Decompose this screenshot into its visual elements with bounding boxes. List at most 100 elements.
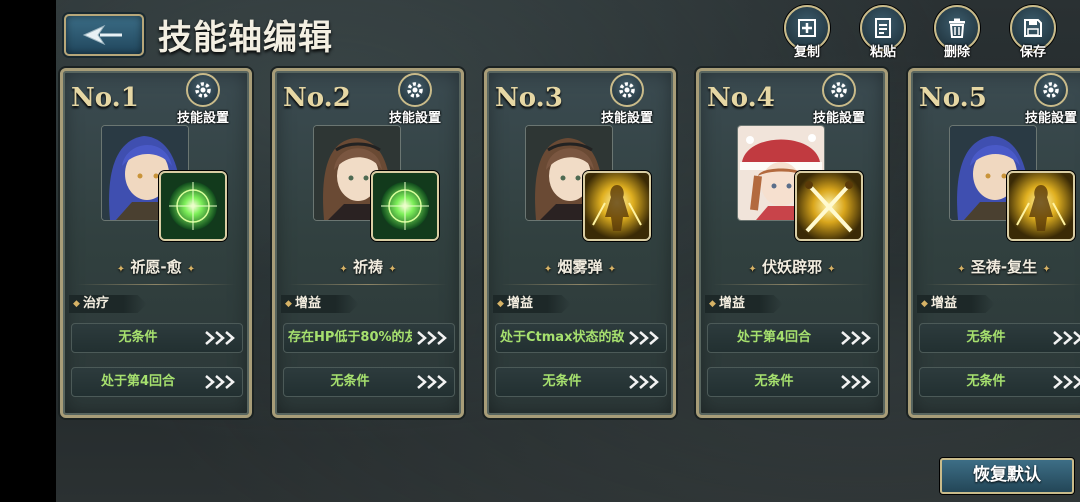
skill-settings-label: 技能設置 <box>1024 111 1077 126</box>
skill-category: 增益 <box>507 296 534 311</box>
skill-card-3[interactable]: No.3 技能設置 ✦ 烟雾弹 ✦ ◆ 增益 处于Ctmax状态的敌 无条件 <box>484 68 676 418</box>
skill-name: 圣祷-复生 <box>970 258 1038 276</box>
condition-2-button[interactable]: 无条件 <box>283 367 455 397</box>
skill-name: 祈祷 <box>352 258 383 276</box>
skill-icon <box>583 171 651 241</box>
card-number: No.4 <box>707 83 775 113</box>
skill-category-tag: ◆ 增益 <box>917 295 995 313</box>
condition-2-button[interactable]: 无条件 <box>495 367 667 397</box>
gear-icon <box>195 82 211 98</box>
condition-1-button[interactable]: 处于第4回合 <box>707 323 879 353</box>
trash-icon <box>949 18 965 38</box>
save-label: 保存 <box>1019 45 1046 60</box>
page-title: 技能轴编辑 <box>158 18 333 58</box>
copy-label: 复制 <box>793 45 820 60</box>
skill-name-row: ✦ 祈愿-愈 ✦ <box>116 258 196 276</box>
skill-category-tag: ◆ 增益 <box>281 295 359 313</box>
skill-name: 祈愿-愈 <box>130 258 182 276</box>
skill-settings-button[interactable]: 技能設置 <box>1009 73 1080 126</box>
triple-chevron-icon <box>841 375 871 389</box>
condition-1-button[interactable]: 无条件 <box>71 323 243 353</box>
skill-settings-label: 技能設置 <box>600 111 653 126</box>
skill-name: 烟雾弹 <box>557 258 603 276</box>
condition-text: 无条件 <box>330 374 370 389</box>
triple-chevron-icon <box>629 375 659 389</box>
skill-icon <box>371 171 439 241</box>
triple-chevron-icon <box>205 331 235 345</box>
skill-icon <box>795 171 863 241</box>
condition-2-button[interactable]: 无条件 <box>919 367 1080 397</box>
skill-settings-button[interactable]: 技能設置 <box>797 73 881 126</box>
skill-card-5[interactable]: No.5 技能設置 ✦ 圣祷-复生 ✦ ◆ 增益 无条件 无条件 <box>908 68 1080 418</box>
copy-button[interactable]: 复制 <box>778 5 836 60</box>
skill-icon <box>159 171 227 241</box>
copy-icon <box>798 19 816 37</box>
condition-2-button[interactable]: 处于第4回合 <box>71 367 243 397</box>
paste-label: 粘贴 <box>869 45 896 60</box>
divider <box>925 284 1080 285</box>
triple-chevron-icon <box>1053 331 1080 345</box>
divider <box>77 284 235 285</box>
condition-1-button[interactable]: 无条件 <box>919 323 1080 353</box>
skill-category: 治疗 <box>83 296 110 311</box>
gear-icon <box>831 82 847 98</box>
restore-default-button[interactable]: 恢复默认 <box>940 458 1074 494</box>
condition-text: 无条件 <box>754 374 794 389</box>
skill-name-row: ✦ 圣祷-复生 ✦ <box>957 258 1051 276</box>
skill-name: 伏妖辟邪 <box>761 258 822 276</box>
triple-chevron-icon <box>205 375 235 389</box>
paste-icon <box>875 18 891 38</box>
skill-editor-screen: 技能轴编辑 复制 粘贴 删除 保存 No.1 技能設置 ✦ 祈愿-愈 ✦ ◆ 治疗… <box>56 0 1080 502</box>
back-button[interactable] <box>64 14 144 56</box>
divider <box>289 284 447 285</box>
divider <box>501 284 659 285</box>
skill-icon <box>1007 171 1075 241</box>
skill-card-4[interactable]: No.4 技能設置 ✦ 伏妖辟邪 ✦ ◆ 增益 处于第4回合 无条件 <box>696 68 888 418</box>
skill-settings-label: 技能設置 <box>812 111 865 126</box>
delete-button[interactable]: 删除 <box>928 5 986 60</box>
skill-name-row: ✦ 烟雾弹 ✦ <box>543 258 617 276</box>
skill-category-tag: ◆ 治疗 <box>69 295 147 313</box>
condition-text: 无条件 <box>118 330 158 345</box>
save-button[interactable]: 保存 <box>1004 5 1062 60</box>
condition-text: 处于第4回合 <box>100 374 176 389</box>
divider <box>713 284 871 285</box>
card-number: No.3 <box>495 83 563 113</box>
paste-button[interactable]: 粘贴 <box>854 5 912 60</box>
skill-settings-label: 技能設置 <box>388 111 441 126</box>
triple-chevron-icon <box>629 331 659 345</box>
skill-name-row: ✦ 祈祷 ✦ <box>339 258 397 276</box>
triple-chevron-icon <box>841 331 871 345</box>
skill-name-row: ✦ 伏妖辟邪 ✦ <box>748 258 836 276</box>
save-icon <box>1024 19 1042 37</box>
triple-chevron-icon <box>1053 375 1080 389</box>
skill-settings-button[interactable]: 技能設置 <box>373 73 457 126</box>
skill-card-2[interactable]: No.2 技能設置 ✦ 祈祷 ✦ ◆ 增益 存在HP低于80%的友 无条件 <box>272 68 464 418</box>
skill-category: 增益 <box>719 296 746 311</box>
skill-card-1[interactable]: No.1 技能設置 ✦ 祈愿-愈 ✦ ◆ 治疗 无条件 处于第4回合 <box>60 68 252 418</box>
condition-text: 处于第4回合 <box>736 330 812 345</box>
skill-settings-button[interactable]: 技能設置 <box>585 73 669 126</box>
skill-category: 增益 <box>931 296 958 311</box>
skill-category: 增益 <box>295 296 322 311</box>
condition-text: 无条件 <box>966 330 1006 345</box>
triple-chevron-icon <box>417 375 447 389</box>
card-number: No.5 <box>919 83 987 113</box>
gear-icon <box>407 82 423 98</box>
triple-chevron-icon <box>417 331 447 345</box>
condition-1-button[interactable]: 处于Ctmax状态的敌 <box>495 323 667 353</box>
skill-category-tag: ◆ 增益 <box>493 295 571 313</box>
gear-icon <box>619 82 635 98</box>
card-number: No.2 <box>283 83 351 113</box>
condition-text: 无条件 <box>966 374 1006 389</box>
gear-icon <box>1043 82 1059 98</box>
condition-text: 存在HP低于80%的友 <box>288 330 412 345</box>
card-number: No.1 <box>71 83 139 113</box>
delete-label: 删除 <box>943 45 970 60</box>
condition-2-button[interactable]: 无条件 <box>707 367 879 397</box>
condition-1-button[interactable]: 存在HP低于80%的友 <box>283 323 455 353</box>
condition-text: 无条件 <box>542 374 582 389</box>
skill-settings-button[interactable]: 技能設置 <box>161 73 245 126</box>
condition-text: 处于Ctmax状态的敌 <box>500 330 624 345</box>
left-black-strip <box>0 0 56 502</box>
